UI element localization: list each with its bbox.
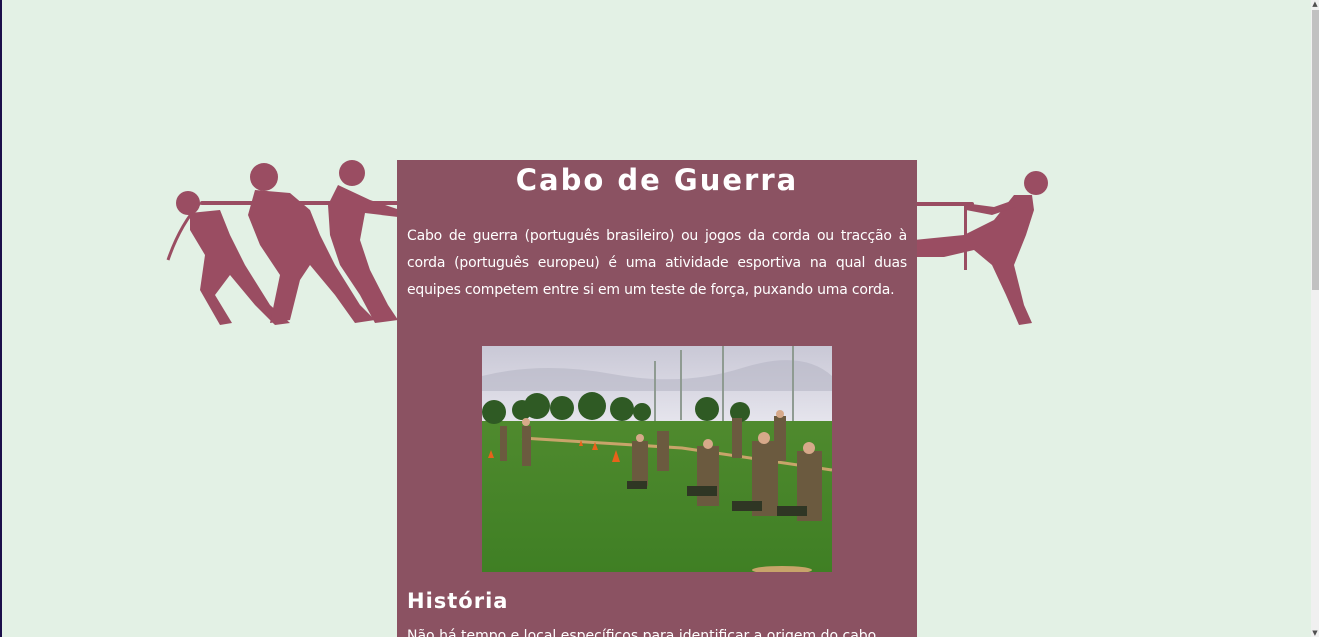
- vertical-scrollbar[interactable]: ▲ ▼: [1311, 0, 1319, 637]
- left-team-silhouette-icon: [166, 160, 405, 325]
- scroll-thumb[interactable]: [1312, 10, 1319, 290]
- tug-of-war-photo: [482, 346, 832, 572]
- window-edge: [0, 0, 2, 637]
- scroll-down-arrow-icon[interactable]: ▼: [1311, 629, 1319, 637]
- right-puller-silhouette-icon: [914, 171, 1048, 325]
- page-title: Cabo de Guerra: [515, 163, 799, 197]
- content-card: Cabo de Guerra Cabo de guerra (português…: [397, 160, 917, 637]
- history-paragraph: Não há tempo e local específicos para id…: [407, 628, 877, 637]
- scroll-up-arrow-icon[interactable]: ▲: [1311, 0, 1319, 8]
- history-heading: História: [407, 589, 509, 613]
- intro-paragraph: Cabo de guerra (português brasileiro) ou…: [407, 228, 907, 298]
